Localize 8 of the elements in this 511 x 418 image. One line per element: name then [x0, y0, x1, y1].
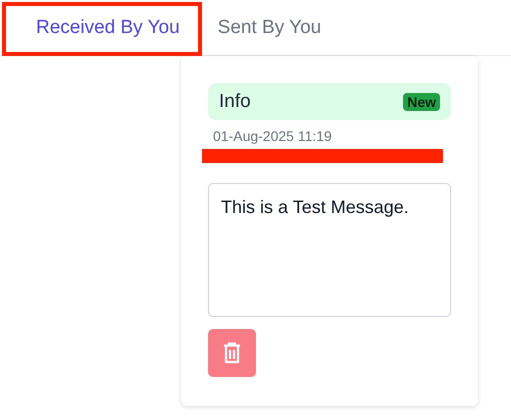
- delete-button[interactable]: [208, 329, 256, 377]
- message-box[interactable]: This is a Test Message.: [208, 183, 451, 317]
- category-label: Info: [219, 90, 251, 112]
- tab[interactable]: Sent By You: [202, 0, 338, 55]
- message-date: 01-Aug-2025 11:19: [213, 128, 332, 144]
- trash-icon: [223, 342, 241, 364]
- new-badge: New: [403, 92, 440, 110]
- tab[interactable]: Received By You: [2, 0, 202, 55]
